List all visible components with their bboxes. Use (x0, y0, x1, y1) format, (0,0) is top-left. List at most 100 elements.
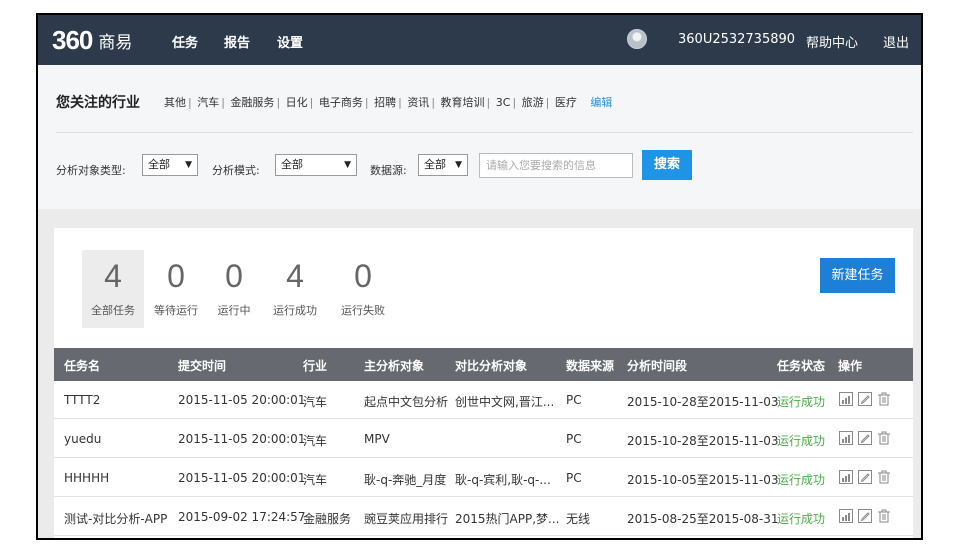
source-value: 全部 (424, 158, 446, 171)
industry-item[interactable]: 医疗 (555, 96, 577, 109)
industry-item[interactable]: 日化 (286, 96, 308, 109)
table-row: TTTT2 2015-11-05 20:00:01 汽车 起点中文包分析 创世中… (54, 381, 913, 419)
report-chart-icon[interactable] (838, 430, 854, 446)
stat-value: 0 (167, 258, 185, 294)
col-main-target: 主分析对象 (364, 359, 425, 373)
cell-task-name[interactable]: TTTT2 (64, 393, 172, 407)
nav-settings[interactable]: 设置 (277, 32, 303, 51)
stat-label: 运行中 (217, 304, 251, 317)
source-select[interactable]: 全部 ▼ (418, 154, 468, 176)
cell-status: 运行成功 (777, 473, 826, 487)
task-card: 4 全部任务 0 等待运行 0 运行中 4 运行成功 0 运行失败 新建任务 任… (54, 228, 913, 538)
avatar[interactable] (627, 29, 647, 49)
screenshot-frame: 360 商易 任务 报告 设置 360U2532735890 帮助中心 退出 您… (0, 0, 965, 560)
industry-item[interactable]: 其他 (164, 96, 186, 109)
cell-industry: 汽车 (303, 395, 328, 409)
cell-data-source: PC (566, 471, 582, 485)
industry-title: 您关注的行业 (56, 95, 140, 111)
edit-icon[interactable] (857, 508, 873, 524)
cell-compare-target: 耿-q-宾利,耿-q-... (455, 473, 551, 487)
logo-text: 商易 (98, 33, 133, 53)
industry-item[interactable]: 电子商务 (319, 96, 363, 109)
delete-icon[interactable] (876, 391, 892, 407)
dropdown-arrow-icon: ▼ (455, 160, 462, 170)
delete-icon[interactable] (876, 430, 892, 446)
stat-label: 全部任务 (91, 304, 135, 317)
cell-data-source: PC (566, 432, 582, 446)
nav-reports[interactable]: 报告 (224, 32, 250, 51)
industry-item[interactable]: 教育培训 (441, 96, 485, 109)
edit-icon[interactable] (857, 391, 873, 407)
cell-task-name[interactable]: HHHHH (64, 471, 172, 485)
cell-time-range: 2015-10-28至2015-11-03 (627, 395, 779, 409)
industry-item[interactable]: 旅游 (522, 96, 544, 109)
cell-task-name[interactable]: 测试-对比分析-APP (64, 510, 172, 527)
separator: | (309, 96, 314, 109)
cell-status: 运行成功 (777, 512, 826, 526)
col-actions: 操作 (838, 359, 863, 373)
delete-icon[interactable] (876, 469, 892, 485)
target-type-label: 分析对象类型: (56, 164, 126, 177)
separator: | (188, 96, 192, 109)
edit-icon[interactable] (857, 430, 873, 446)
delete-icon[interactable] (876, 508, 892, 524)
cell-industry: 汽车 (303, 434, 328, 448)
edit-industries-link[interactable]: 编辑 (590, 96, 612, 109)
report-chart-icon[interactable] (838, 508, 854, 524)
industry-item[interactable]: 汽车 (197, 96, 219, 109)
cell-compare-target: 2015热门APP,梦... (455, 512, 560, 526)
row-actions (838, 391, 892, 407)
stat-value: 4 (286, 258, 304, 294)
stat-label: 运行失败 (341, 304, 385, 317)
stat-all-tasks[interactable]: 4 全部任务 (82, 250, 144, 328)
nav-tasks[interactable]: 任务 (172, 32, 198, 53)
cell-time-range: 2015-10-28至2015-11-03 (627, 434, 779, 448)
col-submit-time: 提交时间 (178, 359, 227, 373)
report-chart-icon[interactable] (838, 391, 854, 407)
username[interactable]: 360U2532735890 (678, 32, 795, 47)
app-window: 360 商易 任务 报告 设置 360U2532735890 帮助中心 退出 您… (36, 13, 923, 540)
cell-industry: 金融服务 (303, 512, 352, 526)
cell-industry: 汽车 (303, 473, 328, 487)
cell-time-range: 2015-08-25至2015-08-31 (627, 512, 779, 526)
stat-running[interactable]: 0 运行中 (210, 258, 258, 318)
industry-item[interactable]: 资讯 (407, 96, 429, 109)
cell-task-name[interactable]: yuedu (64, 432, 172, 446)
row-actions (838, 430, 892, 446)
col-industry: 行业 (303, 359, 328, 373)
separator: | (486, 96, 491, 109)
stat-failed[interactable]: 0 运行失败 (334, 258, 392, 318)
separator: | (276, 96, 281, 109)
help-center-link[interactable]: 帮助中心 (806, 32, 858, 51)
report-chart-icon[interactable] (838, 469, 854, 485)
row-actions (838, 469, 892, 485)
col-status: 任务状态 (777, 359, 826, 373)
stat-waiting[interactable]: 0 等待运行 (148, 258, 204, 318)
top-nav: 360 商易 任务 报告 设置 360U2532735890 帮助中心 退出 (38, 15, 921, 65)
stat-label: 运行成功 (273, 304, 317, 317)
stat-success[interactable]: 4 运行成功 (266, 258, 324, 318)
stat-value: 0 (225, 258, 243, 294)
table-header: 任务名 提交时间 行业 主分析对象 对比分析对象 数据来源 分析时间段 任务状态… (54, 348, 913, 381)
separator: | (545, 96, 550, 109)
logo[interactable]: 360 商易 (52, 25, 132, 56)
row-actions (838, 508, 892, 524)
dropdown-arrow-icon: ▼ (185, 160, 192, 170)
search-button[interactable]: 搜索 (642, 150, 692, 180)
mode-select[interactable]: 全部 ▼ (275, 154, 357, 176)
cell-submit-time: 2015-09-02 17:24:57 (178, 510, 306, 524)
industry-item[interactable]: 招聘 (374, 96, 396, 109)
logout-link[interactable]: 退出 (883, 32, 909, 51)
cell-submit-time: 2015-11-05 20:00:01 (178, 432, 306, 446)
col-data-source: 数据来源 (566, 359, 615, 373)
cell-main-target: 豌豆荚应用排行 (364, 512, 449, 526)
mode-label: 分析模式: (212, 164, 260, 177)
target-type-select[interactable]: 全部 ▼ (142, 154, 198, 176)
cell-submit-time: 2015-11-05 20:00:01 (178, 393, 306, 407)
stat-value: 4 (104, 258, 122, 294)
industry-item[interactable]: 金融服务 (230, 96, 274, 109)
industry-item[interactable]: 3C (496, 96, 511, 109)
edit-icon[interactable] (857, 469, 873, 485)
new-task-button[interactable]: 新建任务 (820, 258, 895, 293)
search-input[interactable]: 请输入您要搜索的信息 (479, 153, 633, 178)
